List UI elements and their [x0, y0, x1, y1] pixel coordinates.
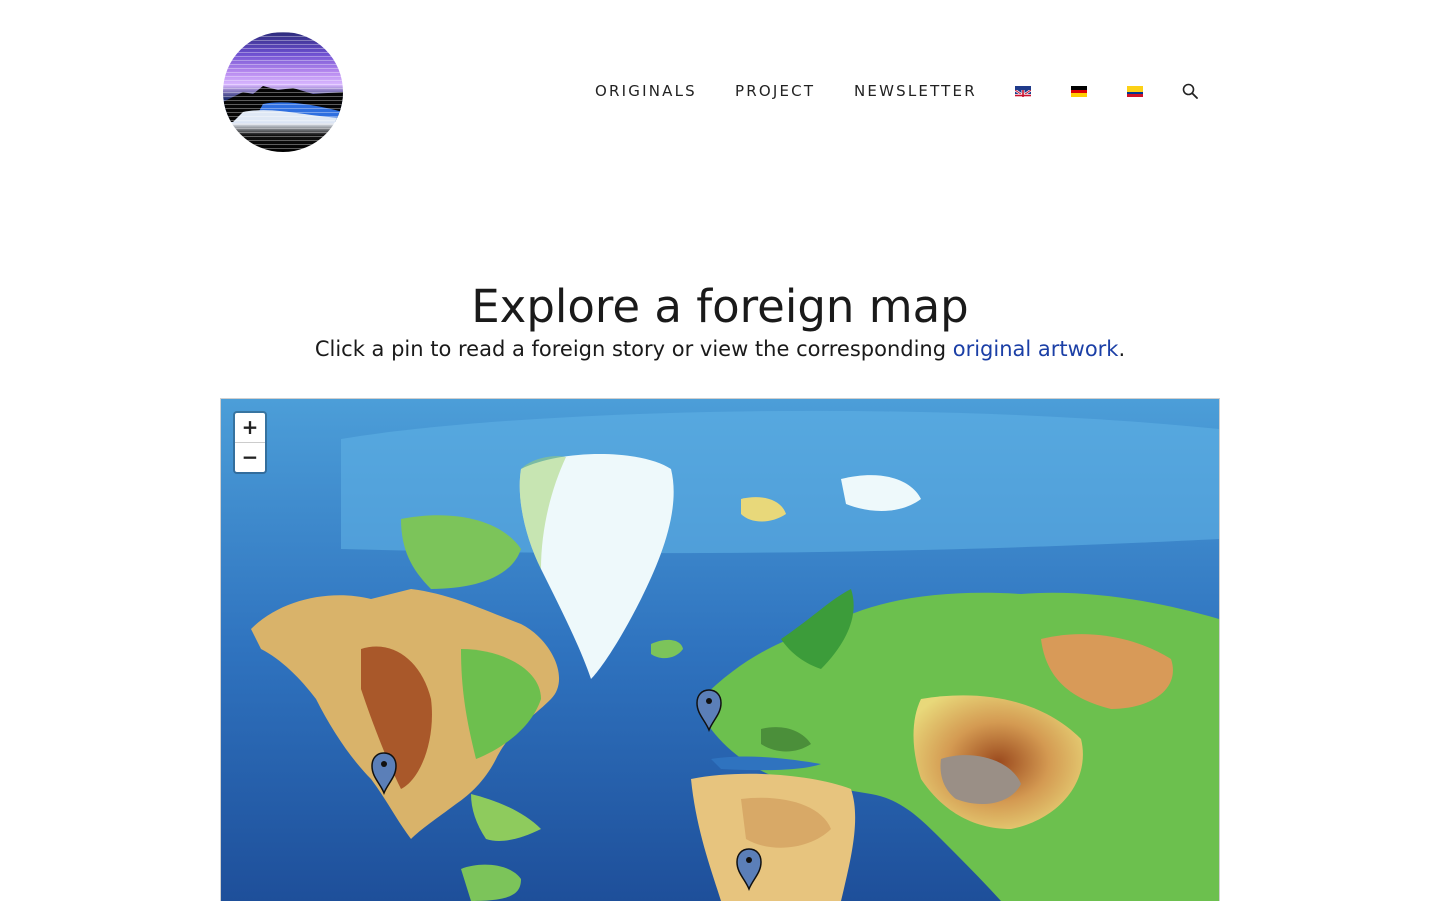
nav-newsletter[interactable]: NEWSLETTER [854, 82, 977, 100]
map-pin-california[interactable] [370, 751, 398, 795]
original-artwork-link[interactable]: original artwork [953, 337, 1119, 361]
search-icon[interactable] [1182, 83, 1198, 99]
nav-originals[interactable]: ORIGINALS [595, 82, 697, 100]
flag-gb-icon[interactable] [1015, 86, 1031, 97]
page-title: Explore a foreign map [471, 280, 969, 333]
subtitle-text: Click a pin to read a foreign story or v… [314, 337, 953, 361]
subtitle-period: . [1118, 337, 1126, 361]
nav-project[interactable]: PROJECT [735, 82, 815, 100]
flag-de-icon[interactable] [1071, 86, 1087, 97]
map-tiles[interactable] [221, 399, 1219, 901]
map-pin-central-africa[interactable] [735, 847, 763, 891]
map-pin-england[interactable] [695, 688, 723, 732]
zoom-in-button[interactable]: + [235, 413, 265, 442]
world-map[interactable]: + − [220, 398, 1220, 901]
site-logo[interactable] [223, 32, 343, 152]
zoom-out-button[interactable]: − [235, 442, 265, 472]
flag-co-icon[interactable] [1127, 86, 1143, 97]
site-header: ORIGINALS PROJECT NEWSLETTER [0, 0, 1440, 190]
page-subtitle: Click a pin to read a foreign story or v… [0, 337, 1440, 361]
zoom-control: + − [233, 411, 267, 474]
